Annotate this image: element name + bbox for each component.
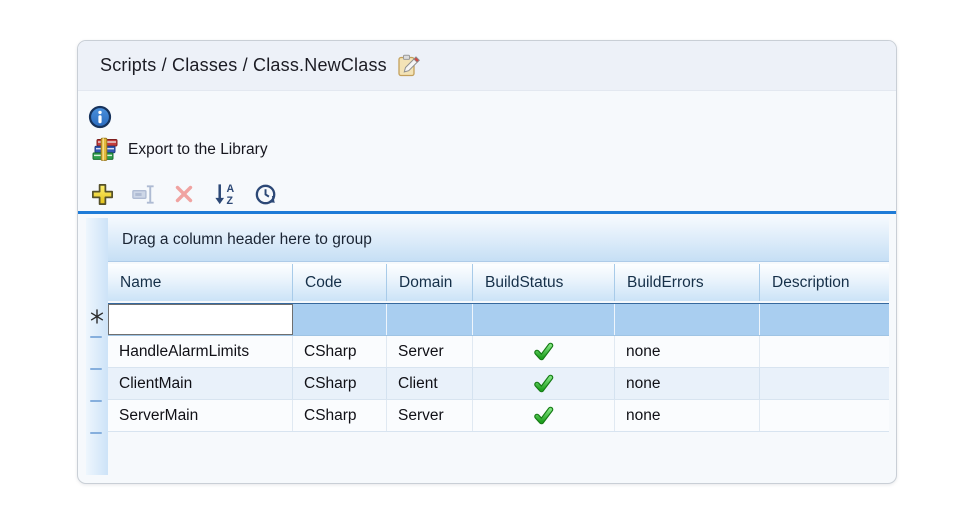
table-rows: HandleAlarmLimits CSharp Server none Cli… <box>108 336 889 432</box>
new-row-cell-code[interactable] <box>293 304 387 335</box>
cell-buildstatus[interactable] <box>473 400 615 431</box>
cell-name[interactable]: HandleAlarmLimits <box>108 336 293 367</box>
info-icon[interactable] <box>88 105 112 129</box>
cell-code[interactable]: CSharp <box>293 400 387 431</box>
cell-name[interactable]: ClientMain <box>108 368 293 399</box>
rename-icon[interactable] <box>128 179 158 209</box>
panel-titlebar: Scripts / Classes / Class.NewClass <box>78 41 896 91</box>
grid-main: Drag a column header here to group Name … <box>108 218 889 475</box>
add-icon[interactable] <box>87 179 117 209</box>
new-row <box>108 303 889 336</box>
cell-code[interactable]: CSharp <box>293 368 387 399</box>
svg-text:A: A <box>226 183 234 195</box>
export-to-library-label: Export to the Library <box>128 141 268 159</box>
group-by-area[interactable]: Drag a column header here to group <box>108 218 889 262</box>
cell-code[interactable]: CSharp <box>293 336 387 367</box>
cell-domain[interactable]: Client <box>387 368 473 399</box>
build-success-check-icon <box>533 342 554 362</box>
new-row-asterisk-icon <box>90 309 104 329</box>
accent-divider <box>78 211 896 214</box>
column-header-builderrors[interactable]: BuildErrors <box>615 264 760 301</box>
cell-name[interactable]: ServerMain <box>108 400 293 431</box>
cell-domain[interactable]: Server <box>387 400 473 431</box>
table-row[interactable]: ServerMain CSharp Server none <box>108 400 889 432</box>
edit-icon[interactable] <box>396 53 421 79</box>
new-row-cell-description[interactable] <box>760 304 889 335</box>
sort-az-icon[interactable]: A Z <box>210 179 240 209</box>
library-books-icon <box>91 137 118 162</box>
table-row[interactable]: HandleAlarmLimits CSharp Server none <box>108 336 889 368</box>
row-indicator-gutter <box>86 218 108 475</box>
build-success-check-icon <box>533 406 554 426</box>
cell-builderrors[interactable]: none <box>615 368 760 399</box>
classes-grid: Drag a column header here to group Name … <box>86 218 889 475</box>
build-success-check-icon <box>533 374 554 394</box>
cell-description[interactable] <box>760 336 889 367</box>
cell-buildstatus[interactable] <box>473 336 615 367</box>
grid-toolbar: A Z <box>87 179 281 209</box>
delete-icon[interactable] <box>169 179 199 209</box>
column-headers: Name Code Domain BuildStatus BuildErrors… <box>108 264 889 301</box>
cell-domain[interactable]: Server <box>387 336 473 367</box>
cell-description[interactable] <box>760 400 889 431</box>
cell-description[interactable] <box>760 368 889 399</box>
column-header-description[interactable]: Description <box>760 264 889 301</box>
export-to-library-button[interactable]: Export to the Library <box>91 137 268 162</box>
cell-builderrors[interactable]: none <box>615 400 760 431</box>
cell-builderrors[interactable]: none <box>615 336 760 367</box>
column-header-buildstatus[interactable]: BuildStatus <box>473 264 615 301</box>
svg-text:Z: Z <box>226 195 233 207</box>
new-row-cell-builderrors[interactable] <box>615 304 760 335</box>
page-title: Scripts / Classes / Class.NewClass <box>100 55 387 76</box>
new-row-name-input[interactable] <box>108 304 293 335</box>
column-header-code[interactable]: Code <box>293 264 387 301</box>
column-header-domain[interactable]: Domain <box>387 264 473 301</box>
group-by-hint: Drag a column header here to group <box>122 231 372 249</box>
new-row-cell-domain[interactable] <box>387 304 473 335</box>
history-icon[interactable] <box>251 179 281 209</box>
new-row-cell-buildstatus[interactable] <box>473 304 615 335</box>
scripts-classes-panel: Scripts / Classes / Class.NewClass <box>77 40 897 484</box>
table-row[interactable]: ClientMain CSharp Client none <box>108 368 889 400</box>
column-header-name[interactable]: Name <box>108 264 293 301</box>
cell-buildstatus[interactable] <box>473 368 615 399</box>
